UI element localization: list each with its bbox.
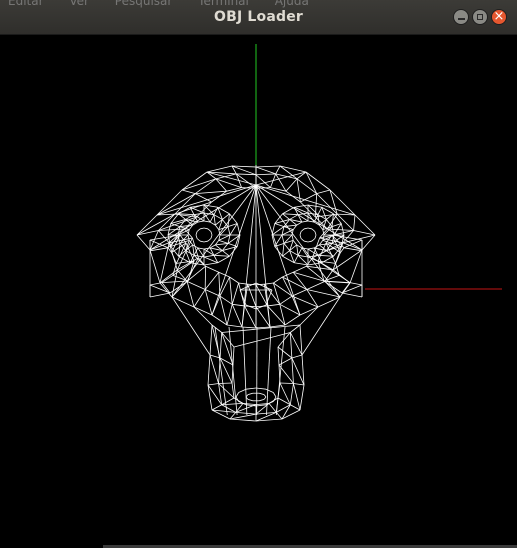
window-title: OBJ Loader [213, 9, 304, 25]
maximize-icon[interactable] [472, 9, 488, 25]
opengl-viewport[interactable] [0, 35, 517, 548]
background-menu-item: Pesquisar [114, 0, 173, 8]
window-titlebar[interactable]: Editar Ver Pesquisar Terminal Ajuda OBJ … [0, 0, 517, 35]
background-menu-item: Ajuda [274, 0, 309, 8]
app-window: Editar Ver Pesquisar Terminal Ajuda OBJ … [0, 0, 517, 548]
monkey-mesh-wireframe [136, 165, 376, 422]
close-icon[interactable] [491, 9, 507, 25]
background-menu-item: Ver [69, 0, 89, 8]
minimize-icon[interactable] [453, 9, 469, 25]
background-menu-item: Editar [8, 0, 44, 8]
background-menu: Editar Ver Pesquisar Terminal Ajuda [0, 0, 323, 8]
background-menu-item: Terminal [198, 0, 249, 8]
wireframe-scene [136, 44, 502, 422]
